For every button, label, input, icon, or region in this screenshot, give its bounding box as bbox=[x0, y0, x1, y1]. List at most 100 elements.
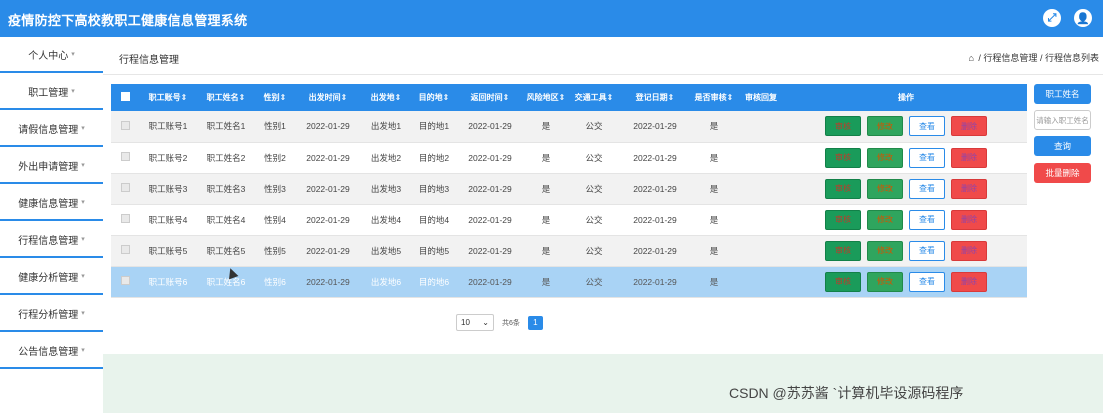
row-checkbox[interactable] bbox=[120, 245, 130, 254]
sidebar-item-health-info[interactable]: 健康信息管理 ▾ bbox=[0, 185, 103, 221]
row-checkbox[interactable] bbox=[120, 276, 130, 285]
approve-button[interactable]: 审核 bbox=[825, 209, 861, 230]
search-input[interactable]: 请输入职工姓名 bbox=[1034, 110, 1091, 130]
view-button[interactable]: 查看 bbox=[909, 147, 945, 168]
cell-reg-date: 2022-01-29 bbox=[619, 266, 691, 298]
user-avatar-icon[interactable]: 👤 bbox=[1074, 9, 1092, 27]
cell-account: 职工账号1 bbox=[139, 111, 197, 143]
home-icon[interactable]: ⌂ bbox=[968, 53, 973, 63]
delete-button[interactable]: 删除 bbox=[951, 116, 987, 137]
sidebar-item-trip-analysis[interactable]: 行程分析管理 ▾ bbox=[0, 296, 103, 332]
table-row[interactable]: 职工账号2 职工姓名2 性别2 2022-01-29 出发地2 目的地2 2022-01-2… bbox=[111, 142, 1027, 174]
sort-icon[interactable]: ⇕ bbox=[559, 93, 566, 102]
sidebar-item-notice[interactable]: 公告信息管理 ▾ bbox=[0, 333, 103, 369]
row-select-cell[interactable] bbox=[111, 235, 139, 267]
approve-button[interactable]: 审核 bbox=[825, 240, 861, 261]
cell-gender: 性别1 bbox=[255, 111, 295, 143]
bulk-delete-button[interactable]: 批量删除 bbox=[1034, 163, 1091, 183]
view-button[interactable]: 查看 bbox=[909, 116, 945, 137]
row-checkbox[interactable] bbox=[120, 214, 130, 223]
query-button[interactable]: 查询 bbox=[1034, 136, 1091, 156]
column-header[interactable]: 目的地⇕ bbox=[411, 84, 457, 111]
sort-icon[interactable]: ⇕ bbox=[443, 93, 450, 102]
page-size-select[interactable]: 10 ⌄ bbox=[456, 314, 494, 331]
page-title: 行程信息管理 bbox=[119, 55, 179, 66]
delete-button[interactable]: 删除 bbox=[951, 178, 987, 199]
view-button[interactable]: 查看 bbox=[909, 271, 945, 292]
row-select-cell[interactable] bbox=[111, 142, 139, 174]
sidebar-item-leave[interactable]: 请假信息管理 ▾ bbox=[0, 111, 103, 147]
table-row[interactable]: 职工账号5 职工姓名5 性别5 2022-01-29 出发地5 目的地5 2022-01-2… bbox=[111, 235, 1027, 267]
sort-icon[interactable]: ⇕ bbox=[280, 93, 287, 102]
table-row[interactable]: 职工账号3 职工姓名3 性别3 2022-01-29 出发地3 目的地3 2022-01-2… bbox=[111, 173, 1027, 205]
column-header[interactable]: 出发时间⇕ bbox=[295, 84, 361, 111]
column-header[interactable]: 返回时间⇕ bbox=[457, 84, 523, 111]
cell-transport: 公交 bbox=[569, 142, 619, 174]
sort-icon[interactable]: ⇕ bbox=[668, 93, 675, 102]
page-button-current[interactable]: 1 bbox=[527, 315, 543, 330]
table-row[interactable]: 职工账号1 职工姓名1 性别1 2022-01-29 出发地1 目的地1 2022-01-2… bbox=[111, 111, 1027, 143]
view-button[interactable]: 查看 bbox=[909, 178, 945, 199]
delete-button[interactable]: 删除 bbox=[951, 240, 987, 261]
edit-button[interactable]: 修改 bbox=[867, 147, 903, 168]
sort-icon[interactable]: ⇕ bbox=[181, 93, 188, 102]
row-select-cell[interactable] bbox=[111, 204, 139, 236]
row-select-cell[interactable] bbox=[111, 173, 139, 205]
cell-reg-date: 2022-01-29 bbox=[619, 235, 691, 267]
approve-button[interactable]: 审核 bbox=[825, 178, 861, 199]
column-header[interactable]: 是否审核⇕ bbox=[691, 84, 737, 111]
cell-name: 职工姓名5 bbox=[197, 235, 255, 267]
sidebar-item-profile[interactable]: 个人中心 ▾ bbox=[0, 37, 103, 73]
sort-icon[interactable]: ⇕ bbox=[239, 93, 246, 102]
chevron-down-icon: ▾ bbox=[81, 199, 85, 206]
edit-button[interactable]: 修改 bbox=[867, 116, 903, 137]
row-checkbox[interactable] bbox=[120, 120, 130, 130]
delete-button[interactable]: 删除 bbox=[951, 147, 987, 168]
select-all-cell[interactable] bbox=[111, 84, 139, 111]
edit-button[interactable]: 修改 bbox=[867, 178, 903, 199]
approve-button[interactable]: 审核 bbox=[825, 116, 861, 137]
select-all-checkbox[interactable] bbox=[120, 92, 130, 101]
table-row[interactable]: 职工账号6 职工姓名6 性别6 2022-01-29 出发地6 目的地6 2022-01-2… bbox=[111, 266, 1027, 298]
row-select-cell[interactable] bbox=[111, 266, 139, 298]
column-header[interactable]: 性别⇕ bbox=[255, 84, 295, 111]
approve-button[interactable]: 审核 bbox=[825, 271, 861, 292]
column-header[interactable]: 风险地区⇕ bbox=[523, 84, 569, 111]
delete-button[interactable]: 删除 bbox=[951, 209, 987, 230]
column-header[interactable]: 交通工具⇕ bbox=[569, 84, 619, 111]
cell-risk: 是 bbox=[523, 111, 569, 143]
breadcrumb-item[interactable]: 行程信息管理 bbox=[983, 53, 1037, 63]
view-button[interactable]: 查看 bbox=[909, 209, 945, 230]
cell-risk: 是 bbox=[523, 204, 569, 236]
breadcrumb-item: 行程信息列表 bbox=[1044, 53, 1099, 63]
column-header[interactable]: 登记日期⇕ bbox=[619, 84, 691, 111]
delete-button[interactable]: 删除 bbox=[951, 271, 987, 292]
fullscreen-icon[interactable]: ⤢ bbox=[1043, 9, 1061, 27]
sidebar-item-outing[interactable]: 外出申请管理 ▾ bbox=[0, 148, 103, 184]
sort-icon[interactable]: ⇕ bbox=[727, 93, 734, 102]
row-checkbox[interactable] bbox=[120, 152, 130, 161]
sidebar-item-staff[interactable]: 职工管理 ▾ bbox=[0, 74, 103, 110]
cell-destination: 目的地2 bbox=[411, 142, 457, 174]
sort-icon[interactable]: ⇕ bbox=[341, 93, 348, 102]
sidebar-item-label: 公告信息管理 bbox=[18, 346, 79, 358]
column-header[interactable]: 职工账号⇕ bbox=[139, 84, 197, 111]
sidebar-item-health-analysis[interactable]: 健康分析管理 ▾ bbox=[0, 259, 103, 295]
sort-icon[interactable]: ⇕ bbox=[503, 93, 510, 102]
edit-button[interactable]: 修改 bbox=[867, 209, 903, 230]
view-button[interactable]: 查看 bbox=[909, 240, 945, 261]
cell-gender: 性别6 bbox=[255, 266, 295, 298]
column-header[interactable]: 出发地⇕ bbox=[361, 84, 411, 111]
sort-icon[interactable]: ⇕ bbox=[395, 93, 402, 102]
edit-button[interactable]: 修改 bbox=[867, 271, 903, 292]
sidebar-item-trip-info[interactable]: 行程信息管理 ▾ bbox=[0, 222, 103, 258]
cell-reg-date: 2022-01-29 bbox=[619, 111, 691, 143]
edit-button[interactable]: 修改 bbox=[867, 240, 903, 261]
column-header[interactable]: 职工姓名⇕ bbox=[197, 84, 255, 111]
table-row[interactable]: 职工账号4 职工姓名4 性别4 2022-01-29 出发地4 目的地4 2022-01-2… bbox=[111, 204, 1027, 236]
row-select-cell[interactable] bbox=[111, 111, 139, 143]
row-checkbox[interactable] bbox=[120, 183, 130, 192]
cell-account: 职工账号3 bbox=[139, 173, 197, 205]
approve-button[interactable]: 审核 bbox=[825, 147, 861, 168]
sort-icon[interactable]: ⇕ bbox=[607, 93, 614, 102]
